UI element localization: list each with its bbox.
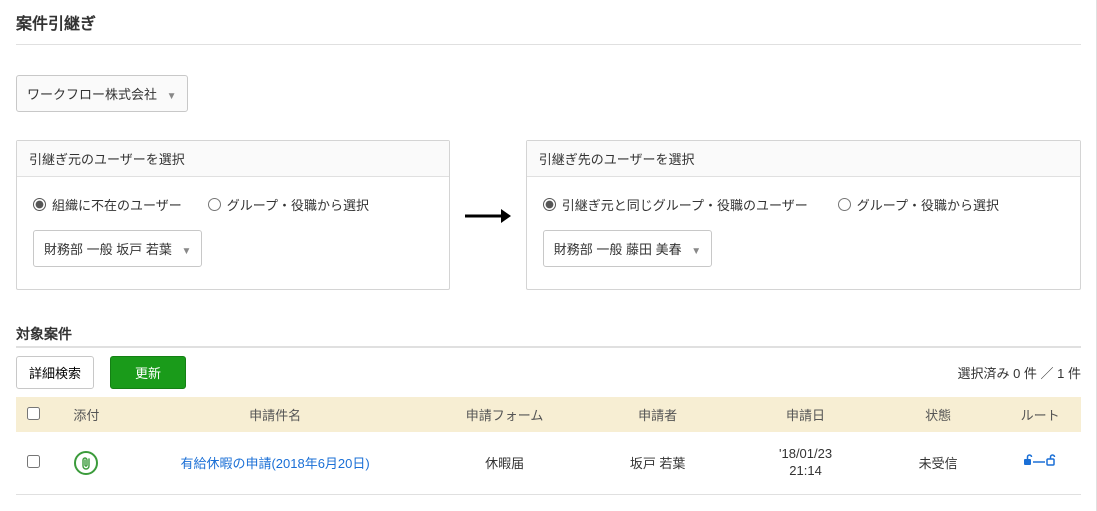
dest-user-select[interactable]: 財務部 一般 藤田 美春 ▼	[543, 230, 712, 267]
update-button[interactable]: 更新	[110, 356, 186, 389]
case-date-line1: '18/01/23	[779, 446, 832, 461]
select-all-checkbox[interactable]	[27, 407, 40, 420]
case-form: 休暇届	[428, 432, 581, 494]
col-applicant: 申請者	[581, 397, 734, 432]
source-user-select[interactable]: 財務部 一般 坂戸 若葉 ▼	[33, 230, 202, 267]
col-checkbox	[16, 397, 51, 432]
chevron-down-icon: ▼	[691, 246, 701, 257]
company-select-label: ワークフロー株式会社	[27, 87, 157, 102]
source-opt-absent-radio[interactable]	[33, 198, 46, 211]
table-bottom-divider	[16, 494, 1081, 495]
cases-table: 添付 申請件名 申請フォーム 申請者 申請日 状態 ルート 有給休暇の申請(20…	[16, 397, 1081, 494]
source-opt-group-label: グループ・役職から選択	[227, 195, 369, 214]
route-icon[interactable]	[1023, 457, 1057, 472]
source-opt-absent[interactable]: 組織に不在のユーザー	[33, 195, 182, 214]
arrow-right-icon	[458, 201, 517, 229]
source-user-panel-header: 引継ぎ元のユーザーを選択	[17, 141, 449, 177]
dest-opt-group[interactable]: グループ・役職から選択	[838, 195, 999, 214]
col-attach: 添付	[51, 397, 122, 432]
dest-opt-same-group-label: 引継ぎ元と同じグループ・役職のユーザー	[562, 195, 808, 214]
col-form: 申請フォーム	[428, 397, 581, 432]
col-state: 状態	[877, 397, 999, 432]
col-route: ルート	[999, 397, 1081, 432]
dest-user-panel: 引継ぎ先のユーザーを選択 引継ぎ元と同じグループ・役職のユーザー グループ・役職…	[526, 140, 1081, 290]
source-opt-group[interactable]: グループ・役職から選択	[208, 195, 369, 214]
dest-opt-group-label: グループ・役職から選択	[857, 195, 999, 214]
company-select[interactable]: ワークフロー株式会社 ▼	[16, 75, 188, 112]
case-state: 未受信	[877, 432, 999, 494]
dest-opt-same-group-radio[interactable]	[543, 198, 556, 211]
detail-search-button[interactable]: 詳細検索	[16, 356, 94, 389]
row-checkbox[interactable]	[27, 455, 40, 468]
dest-user-select-label: 財務部 一般 藤田 美春	[554, 242, 682, 257]
col-name: 申請件名	[122, 397, 428, 432]
source-user-panel: 引継ぎ元のユーザーを選択 組織に不在のユーザー グループ・役職から選択 財務部 …	[16, 140, 450, 290]
table-row: 有給休暇の申請(2018年6月20日) 休暇届 坂戸 若葉 '18/01/23 …	[16, 432, 1081, 494]
chevron-down-icon: ▼	[167, 91, 177, 102]
attachment-icon[interactable]	[74, 451, 98, 475]
divider	[16, 44, 1081, 45]
selected-status: 選択済み 0 件 ／ 1 件	[957, 363, 1081, 382]
source-opt-group-radio[interactable]	[208, 198, 221, 211]
col-date: 申請日	[734, 397, 877, 432]
dest-opt-group-radio[interactable]	[838, 198, 851, 211]
dest-opt-same-group[interactable]: 引継ぎ元と同じグループ・役職のユーザー	[543, 195, 808, 214]
case-date-line2: 21:14	[789, 463, 822, 478]
page-title: 案件引継ぎ	[16, 10, 1081, 34]
target-section-title: 対象案件	[16, 324, 1081, 344]
source-opt-absent-label: 組織に不在のユーザー	[52, 195, 182, 214]
case-date: '18/01/23 21:14	[740, 446, 871, 480]
dest-user-panel-header: 引継ぎ先のユーザーを選択	[527, 141, 1080, 177]
source-user-select-label: 財務部 一般 坂戸 若葉	[44, 242, 172, 257]
case-applicant: 坂戸 若葉	[581, 432, 734, 494]
table-header-row: 添付 申請件名 申請フォーム 申請者 申請日 状態 ルート	[16, 397, 1081, 432]
case-name-link[interactable]: 有給休暇の申請(2018年6月20日)	[180, 456, 369, 471]
chevron-down-icon: ▼	[181, 246, 191, 257]
